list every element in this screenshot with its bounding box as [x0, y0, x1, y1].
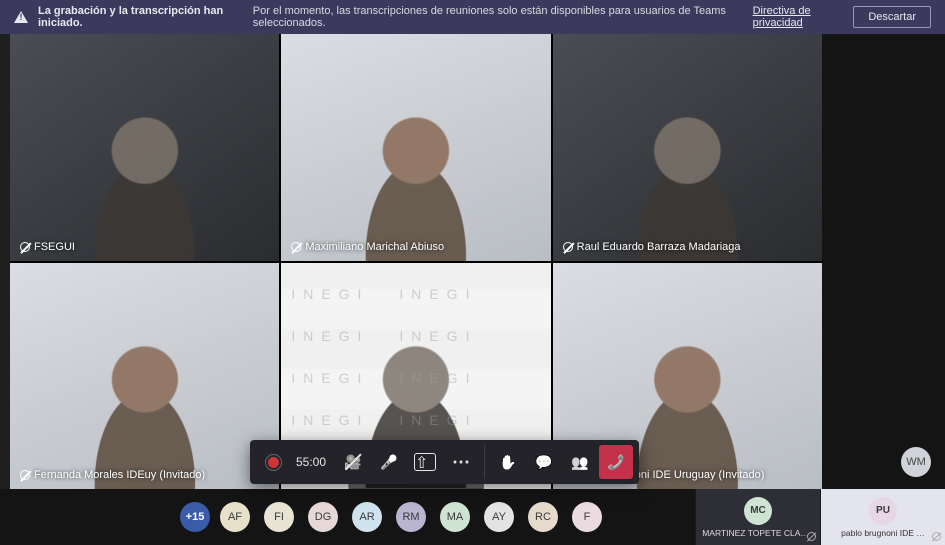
participants-button[interactable] — [563, 445, 597, 479]
mic-muted-icon — [932, 532, 941, 541]
video-tile[interactable]: Raul Eduardo Barraza Madariaga — [553, 34, 822, 261]
overflow-count[interactable]: +15 — [180, 502, 210, 532]
participant-name: Fernanda Morales IDEuy (Invitado) — [34, 469, 205, 481]
recording-banner: La grabación y la transcripción han inic… — [0, 0, 945, 34]
stage-right-fill — [822, 34, 945, 489]
chat-button[interactable] — [527, 445, 561, 479]
participant-label: FSEGUI — [16, 239, 79, 255]
participants-strip: +15 AF FI DG AR RM MA AY RC F MC MARTINE… — [0, 489, 945, 545]
warning-icon — [14, 11, 28, 23]
call-controls: 55:00 — [250, 440, 639, 484]
avatar[interactable]: AR — [352, 502, 382, 532]
avatar[interactable]: RC — [528, 502, 558, 532]
avatar[interactable]: AY — [484, 502, 514, 532]
mic-muted-icon — [807, 532, 816, 541]
call-timer: 55:00 — [292, 455, 334, 469]
raise-hand-button[interactable] — [491, 445, 525, 479]
more-actions-button[interactable] — [444, 445, 478, 479]
participant-label: Raul Eduardo Barraza Madariaga — [559, 239, 745, 255]
mic-muted-icon — [291, 242, 301, 252]
avatar: PU — [869, 497, 897, 525]
avatar[interactable]: WM — [901, 447, 931, 477]
participant-name: Maximiliano Marichal Abiuso — [305, 241, 444, 253]
hangup-button[interactable] — [599, 445, 633, 479]
video-tile[interactable]: Maximiliano Marichal Abiuso — [281, 34, 550, 261]
spotlight-card[interactable]: PU pablo brugnoni IDE … — [820, 489, 945, 545]
mic-muted-icon — [20, 470, 30, 480]
spotlight-card[interactable]: MC MARTINEZ TOPETE CLAUD… — [695, 489, 820, 545]
dismiss-button[interactable]: Descartar — [853, 6, 931, 28]
spotlight-cards: MC MARTINEZ TOPETE CLAUD… PU pablo brugn… — [695, 489, 945, 545]
avatar[interactable]: DG — [308, 502, 338, 532]
mic-muted-icon — [563, 242, 573, 252]
spotlight-name: MARTINEZ TOPETE CLAUD… — [702, 528, 814, 538]
avatar[interactable]: F — [572, 502, 602, 532]
mic-muted-icon — [20, 242, 30, 252]
record-icon — [268, 457, 279, 468]
participant-name: FSEGUI — [34, 241, 75, 253]
video-grid: FSEGUI Maximiliano Marichal Abiuso Raul … — [10, 34, 822, 489]
avatar[interactable]: FI — [264, 502, 294, 532]
participant-label: Maximiliano Marichal Abiuso — [287, 239, 448, 255]
banner-message: Por el momento, las transcripciones de r… — [253, 5, 750, 29]
avatar[interactable]: RM — [396, 502, 426, 532]
recording-indicator — [256, 445, 290, 479]
avatar[interactable]: AF — [220, 502, 250, 532]
banner-title: La grabación y la transcripción han inic… — [38, 5, 249, 29]
mic-toggle-button[interactable] — [372, 445, 406, 479]
privacy-link[interactable]: Directiva de privacidad — [753, 5, 854, 29]
participant-label: Fernanda Morales IDEuy (Invitado) — [16, 467, 209, 483]
avatar[interactable]: MA — [440, 502, 470, 532]
camera-toggle-button[interactable] — [336, 445, 370, 479]
share-screen-button[interactable] — [408, 445, 442, 479]
video-tile[interactable]: FSEGUI — [10, 34, 279, 261]
spotlight-name: pablo brugnoni IDE … — [841, 528, 925, 538]
avatar-row: AF FI DG AR RM MA AY RC F — [220, 502, 602, 532]
share-icon — [414, 453, 436, 471]
video-tile[interactable]: Fernanda Morales IDEuy (Invitado) — [10, 263, 279, 490]
participant-name: Raul Eduardo Barraza Madariaga — [577, 241, 741, 253]
avatar: MC — [744, 497, 772, 525]
divider — [484, 445, 485, 479]
